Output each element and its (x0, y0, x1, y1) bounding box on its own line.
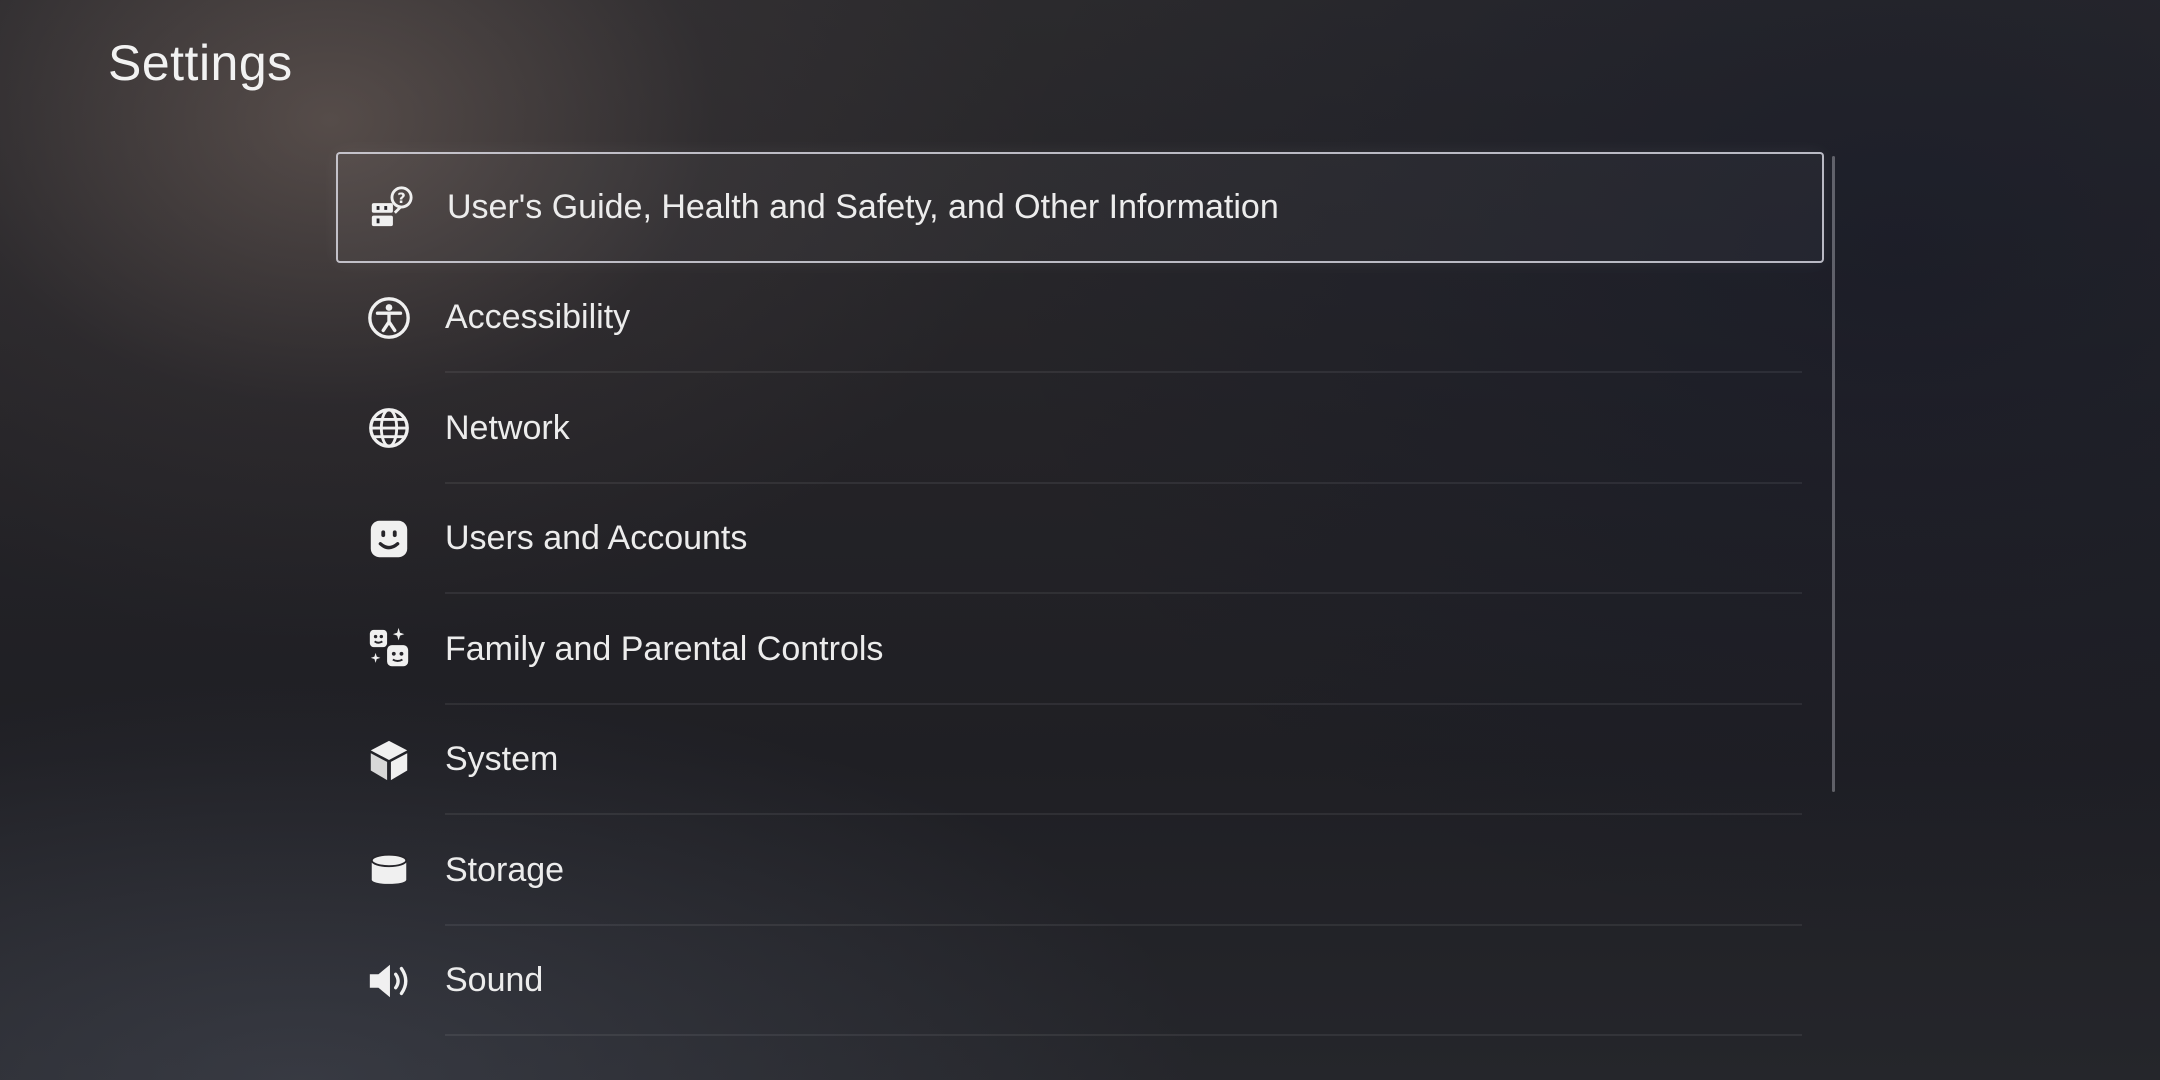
menu-item-label: User's Guide, Health and Safety, and Oth… (447, 187, 1279, 226)
user-face-icon (366, 516, 412, 562)
menu-item-network[interactable]: Network (336, 373, 1824, 484)
menu-item-users-accounts[interactable]: Users and Accounts (336, 484, 1824, 595)
menu-item-users-guide[interactable]: ? User's Guide, Health and Safety, and O… (336, 152, 1824, 263)
speaker-icon (366, 958, 412, 1004)
menu-item-label: Family and Parental Controls (445, 629, 884, 668)
menu-item-storage[interactable]: Storage (336, 815, 1824, 926)
family-icon (366, 626, 412, 672)
storage-cylinder-icon (366, 847, 412, 893)
menu-item-family-parental[interactable]: Family and Parental Controls (336, 594, 1824, 705)
scrollbar[interactable] (1832, 156, 1835, 792)
accessibility-icon (366, 295, 412, 341)
settings-screen: Settings ? User's Guide, Health and Safe… (0, 0, 2160, 1080)
globe-icon (366, 405, 412, 451)
page-title: Settings (108, 35, 293, 91)
menu-item-sound[interactable]: Sound (336, 926, 1824, 1037)
menu-item-label: Accessibility (445, 298, 631, 337)
menu-item-label: Sound (445, 961, 544, 1000)
menu-item-label: Network (445, 408, 570, 447)
menu-item-label: Storage (445, 850, 565, 889)
svg-text:?: ? (397, 191, 405, 207)
menu-item-system[interactable]: System (336, 705, 1824, 816)
menu-item-accessibility[interactable]: Accessibility (336, 263, 1824, 374)
settings-menu: ? User's Guide, Health and Safety, and O… (336, 152, 1824, 1036)
menu-item-label: System (445, 740, 559, 779)
cube-icon (366, 737, 412, 783)
menu-item-label: Users and Accounts (445, 519, 748, 558)
users-guide-icon: ? (368, 184, 414, 230)
